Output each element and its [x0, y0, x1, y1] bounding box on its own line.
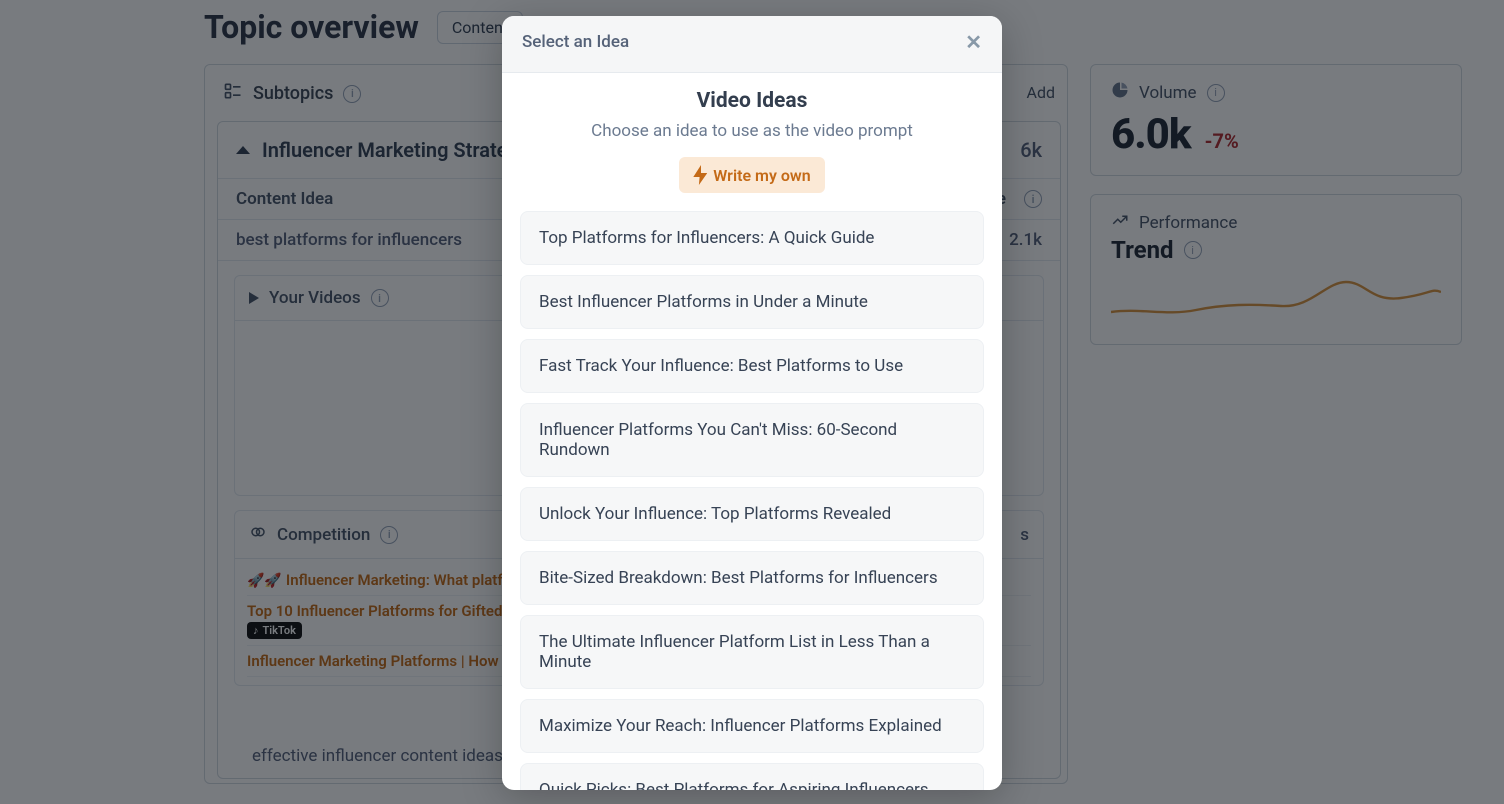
video-idea-item[interactable]: The Ultimate Influencer Platform List in…: [520, 615, 984, 689]
select-idea-modal: Select an Idea ✕ Video Ideas Choose an i…: [502, 16, 1002, 790]
video-idea-item[interactable]: Best Influencer Platforms in Under a Min…: [520, 275, 984, 329]
modal-subtitle: Choose an idea to use as the video promp…: [520, 121, 984, 141]
video-idea-item[interactable]: Fast Track Your Influence: Best Platform…: [520, 339, 984, 393]
video-idea-item[interactable]: Bite-Sized Breakdown: Best Platforms for…: [520, 551, 984, 605]
modal-body[interactable]: Video Ideas Choose an idea to use as the…: [502, 73, 1002, 790]
video-idea-item[interactable]: Unlock Your Influence: Top Platforms Rev…: [520, 487, 984, 541]
bolt-icon: [693, 165, 707, 185]
video-idea-item[interactable]: Quick Picks: Best Platforms for Aspiring…: [520, 763, 984, 790]
video-idea-item[interactable]: Influencer Platforms You Can't Miss: 60-…: [520, 403, 984, 477]
video-idea-item[interactable]: Top Platforms for Influencers: A Quick G…: [520, 211, 984, 265]
write-my-own-button[interactable]: Write my own: [679, 157, 824, 193]
modal-header-title: Select an Idea: [522, 32, 629, 52]
close-icon[interactable]: ✕: [965, 30, 982, 54]
video-idea-item[interactable]: Maximize Your Reach: Influencer Platform…: [520, 699, 984, 753]
modal-title: Video Ideas: [520, 89, 984, 113]
